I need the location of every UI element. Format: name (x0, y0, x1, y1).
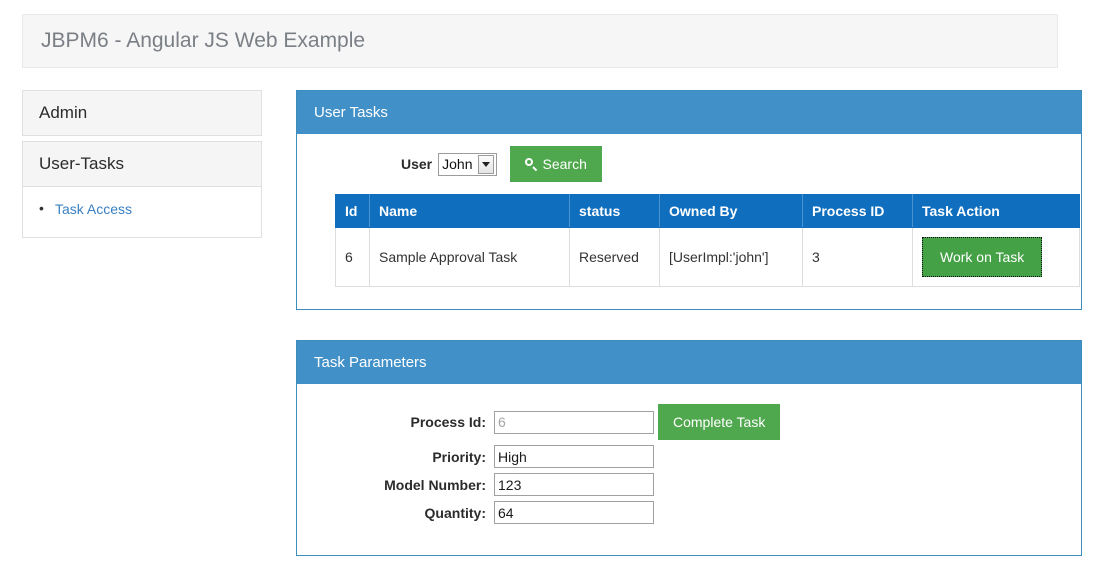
user-select[interactable]: John (438, 152, 497, 176)
quantity-field[interactable] (494, 501, 654, 524)
sidebar-panel-user-tasks-heading: User-Tasks (23, 142, 261, 187)
user-tasks-table: Id Name status Owned By Process ID Task … (335, 194, 1080, 287)
user-tasks-panel-heading: User Tasks (297, 91, 1081, 134)
column-header-status: status (569, 194, 660, 228)
table-row: 6 Sample Approval Task Reserved [UserImp… (335, 227, 1080, 287)
column-header-owned-by: Owned By (659, 194, 803, 228)
form-row-quantity: Quantity: (297, 501, 1081, 524)
main-content: User Tasks User John Search Id Name stat… (296, 90, 1082, 556)
form-row-model-number: Model Number: (297, 473, 1081, 496)
cell-task-action: Work on Task (912, 227, 1080, 287)
priority-field[interactable] (494, 445, 654, 468)
task-parameters-panel-body: Process Id: Complete Task Priority: Mode… (297, 384, 1081, 555)
table-body: 6 Sample Approval Task Reserved [UserImp… (335, 227, 1080, 287)
sidebar-panel-user-tasks-title: User-Tasks (39, 154, 125, 173)
column-header-name: Name (369, 194, 570, 228)
quantity-label: Quantity: (424, 504, 486, 521)
column-header-task-action: Task Action (912, 194, 1080, 228)
cell-owned-by: [UserImpl:'john'] (659, 227, 803, 287)
user-select-label: User (401, 156, 433, 172)
cell-process-id: 3 (802, 227, 913, 287)
sidebar-item-task-access[interactable]: Task Access (55, 201, 132, 217)
process-id-label: Process Id: (410, 414, 486, 430)
user-tasks-panel: User Tasks User John Search Id Name stat… (296, 90, 1082, 310)
user-tasks-panel-body: User John Search Id Name status Owned By… (297, 134, 1081, 309)
complete-task-button[interactable]: Complete Task (658, 404, 781, 440)
model-number-field[interactable] (494, 473, 654, 496)
page-title: JBPM6 - Angular JS Web Example (41, 29, 366, 52)
form-row-priority: Priority: (297, 445, 1081, 468)
model-number-label: Model Number: (384, 476, 486, 493)
search-button[interactable]: Search (509, 146, 602, 182)
user-tasks-table-wrapper: Id Name status Owned By Process ID Task … (297, 194, 1081, 287)
cell-status: Reserved (569, 227, 660, 287)
form-row-process-id: Process Id: Complete Task (297, 404, 1081, 440)
column-header-id: Id (335, 194, 370, 228)
column-header-process-id: Process ID (802, 194, 913, 228)
user-tasks-panel-title: User Tasks (314, 104, 388, 121)
sidebar-panel-user-tasks: User-Tasks Task Access (22, 141, 262, 238)
sidebar-panel-admin-heading: Admin (23, 91, 261, 135)
sidebar-panel-admin: Admin (22, 90, 262, 136)
chevron-down-icon (477, 154, 494, 174)
sidebar-nav-list: Task Access (39, 198, 245, 219)
priority-label: Priority: (432, 448, 486, 465)
task-parameters-panel-heading: Task Parameters (297, 341, 1081, 384)
cell-name: Sample Approval Task (369, 227, 570, 287)
list-item: Task Access (39, 198, 245, 219)
work-on-task-button[interactable]: Work on Task (922, 237, 1043, 277)
search-button-label: Search (542, 156, 587, 172)
sidebar: Admin User-Tasks Task Access (22, 90, 262, 238)
process-id-field[interactable] (494, 410, 654, 434)
user-select-value: John (442, 155, 473, 172)
sidebar-panel-admin-title: Admin (39, 103, 88, 122)
task-parameters-panel: Task Parameters Process Id: Complete Tas… (296, 340, 1082, 556)
cell-id: 6 (335, 227, 370, 287)
table-header-row: Id Name status Owned By Process ID Task … (335, 194, 1080, 228)
table-head: Id Name status Owned By Process ID Task … (335, 194, 1080, 228)
user-search-form: User John Search (297, 146, 1081, 182)
search-icon (524, 157, 538, 171)
sidebar-panel-user-tasks-body: Task Access (23, 187, 261, 237)
task-parameters-panel-title: Task Parameters (314, 354, 427, 371)
page-header-banner: JBPM6 - Angular JS Web Example (22, 14, 1058, 68)
